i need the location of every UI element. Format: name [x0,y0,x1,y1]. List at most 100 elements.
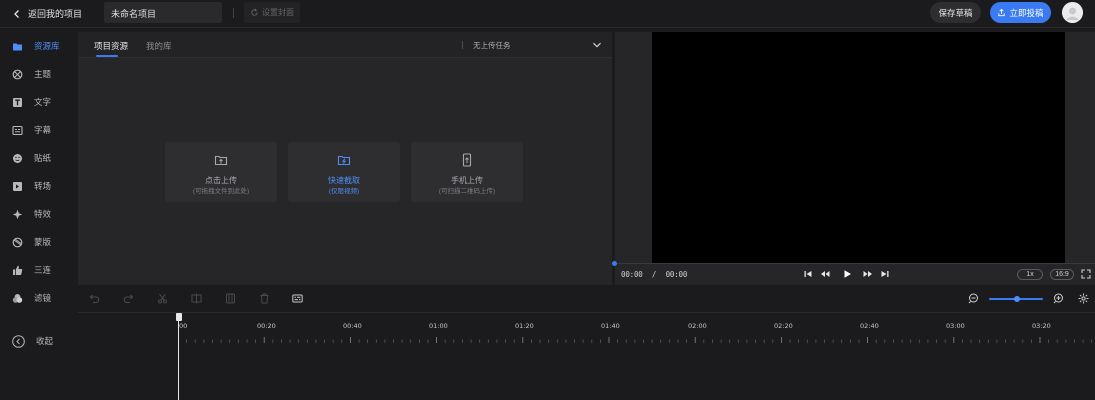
upload-icon [214,155,228,166]
delete-icon[interactable] [259,293,270,304]
collapse-icon [12,334,25,348]
sidebar-item-label: 贴纸 [34,153,52,163]
ruler-label: 00 [179,322,188,330]
subtitle-icon [12,125,23,135]
fit-timeline-icon[interactable] [1078,293,1089,304]
sidebar-item-text[interactable]: 文字 [12,95,51,109]
time-separator: / [651,270,657,279]
sidebar-item-label: 字幕 [34,125,52,135]
upload-task-status: 无上传任务 [473,41,511,50]
ruler-label: 02:20 [774,322,793,330]
sidebar-item-label: 三连 [34,265,52,275]
zoom-in-icon[interactable] [1053,293,1064,304]
divider [233,8,234,18]
sidebar-item-theme[interactable]: 主题 [12,67,51,81]
time-display: 00:00 / 00:00 [621,270,687,279]
playhead[interactable] [178,313,179,400]
sidebar-item-label: 蒙版 [34,237,52,247]
ruler-label: 03:00 [946,322,965,330]
active-tab-indicator [96,55,118,57]
click-upload-card[interactable]: 点击上传 (可拖拽文件到此处) [165,142,277,202]
quick-capture-card[interactable]: 快速截取 (仅限视频) [288,142,400,202]
theme-icon [12,69,23,79]
back-to-projects-link[interactable]: 返回我的项目 [12,7,82,20]
undo-icon[interactable] [89,293,100,304]
ruler-label: 02:40 [860,322,879,330]
set-cover-label: 设置封面 [262,8,294,17]
ruler-label: 02:00 [688,322,707,330]
card-subtitle: (仅限视频) [328,188,360,195]
sidebar-item-library[interactable]: 资源库 [12,39,60,53]
timeline-toolbar [78,288,1095,310]
split-icon[interactable] [157,293,168,304]
filter-icon [12,293,23,303]
ruler-label: 00:20 [257,322,276,330]
text-icon [13,97,22,107]
timeline-ruler-ticks [178,337,1093,343]
resource-panel: 项目资源 我的库 无上传任务 点击上传 (可拖拽文件到此处) 快速截取 (仅限视… [78,32,612,285]
sidebar-item-label: 转场 [34,181,52,191]
sidebar-item-label: 特效 [34,209,52,219]
sticker-icon [13,153,22,163]
zoom-out-icon[interactable] [968,293,979,304]
tab-project-resources[interactable]: 项目资源 [94,40,128,52]
sidebar-item-subtitle[interactable]: 字幕 [12,123,51,137]
ruler-label: 01:00 [429,322,448,330]
skip-to-start-icon[interactable] [803,269,813,279]
transition-icon [13,181,22,191]
sidebar-item-filter[interactable]: 滤镜 [12,291,51,305]
resource-panel-header: 项目资源 我的库 无上传任务 [78,32,612,58]
sidebar-item-sticker[interactable]: 贴纸 [12,151,51,165]
previous-frame-icon[interactable] [820,269,830,279]
sidebar: 资源库 主题 文字 字幕 贴纸 转场 特效 蒙版 三连 滤镜 收起 [0,32,78,400]
ruler-label: 01:40 [601,322,620,330]
collapse-button[interactable]: 收起 [12,334,53,348]
trim-icon[interactable] [191,293,202,304]
sidebar-item-mask[interactable]: 蒙版 [12,235,51,249]
sidebar-item-effect[interactable]: 特效 [12,207,51,221]
project-title-input[interactable]: 未命名项目 [104,2,222,23]
sidebar-item-label: 资源库 [34,41,60,51]
progress-handle[interactable] [612,261,617,266]
progress-bar[interactable] [615,263,1095,264]
freeze-frame-icon[interactable] [225,293,236,304]
sidebar-item-triple[interactable]: 三连 [12,263,51,277]
avatar[interactable] [1062,2,1083,23]
publish-label: 立即投稿 [1009,7,1044,18]
phone-upload-card[interactable]: 手机上传 (可扫描二维码上传) [411,142,523,202]
sidebar-item-transition[interactable]: 转场 [12,179,51,193]
aspect-ratio-button[interactable]: 16:9 [1050,269,1074,280]
skip-to-end-icon[interactable] [880,269,890,279]
timeline[interactable]: 00 00:20 00:40 01:00 01:20 01:40 02:00 0… [78,312,1095,400]
publish-button[interactable]: 立即投稿 [990,2,1051,23]
save-draft-button[interactable]: 保存草稿 [930,2,981,23]
card-subtitle: (可拖拽文件到此处) [192,188,250,195]
set-cover-button[interactable]: 设置封面 [244,2,300,23]
ruler-label: 00:40 [343,322,362,330]
fullscreen-icon[interactable] [1081,269,1091,279]
ruler-label: 01:20 [515,322,534,330]
refresh-icon [251,8,258,16]
phone-upload-icon [462,153,472,167]
current-time: 00:00 [621,270,643,279]
thumbs-up-icon [13,265,23,275]
next-frame-icon[interactable] [863,269,873,279]
caption-icon[interactable] [292,293,303,304]
sidebar-item-label: 滤镜 [34,293,52,303]
chevron-left-icon [14,9,19,18]
redo-icon[interactable] [123,293,134,304]
ruler-label: 03:20 [1032,322,1051,330]
folder-icon [13,43,22,50]
video-preview[interactable] [652,32,1065,263]
mask-icon [12,237,23,247]
sidebar-item-label: 主题 [34,69,52,79]
total-time: 00:00 [665,270,688,279]
tab-my-library[interactable]: 我的库 [146,40,172,52]
zoom-slider-handle[interactable] [1014,296,1020,302]
card-subtitle: (可扫描二维码上传) [438,188,496,195]
playhead-handle[interactable] [176,313,182,321]
play-icon[interactable] [842,269,852,279]
chevron-down-icon[interactable] [592,40,602,50]
effect-icon [12,209,23,219]
playback-speed-button[interactable]: 1x [1017,269,1043,280]
